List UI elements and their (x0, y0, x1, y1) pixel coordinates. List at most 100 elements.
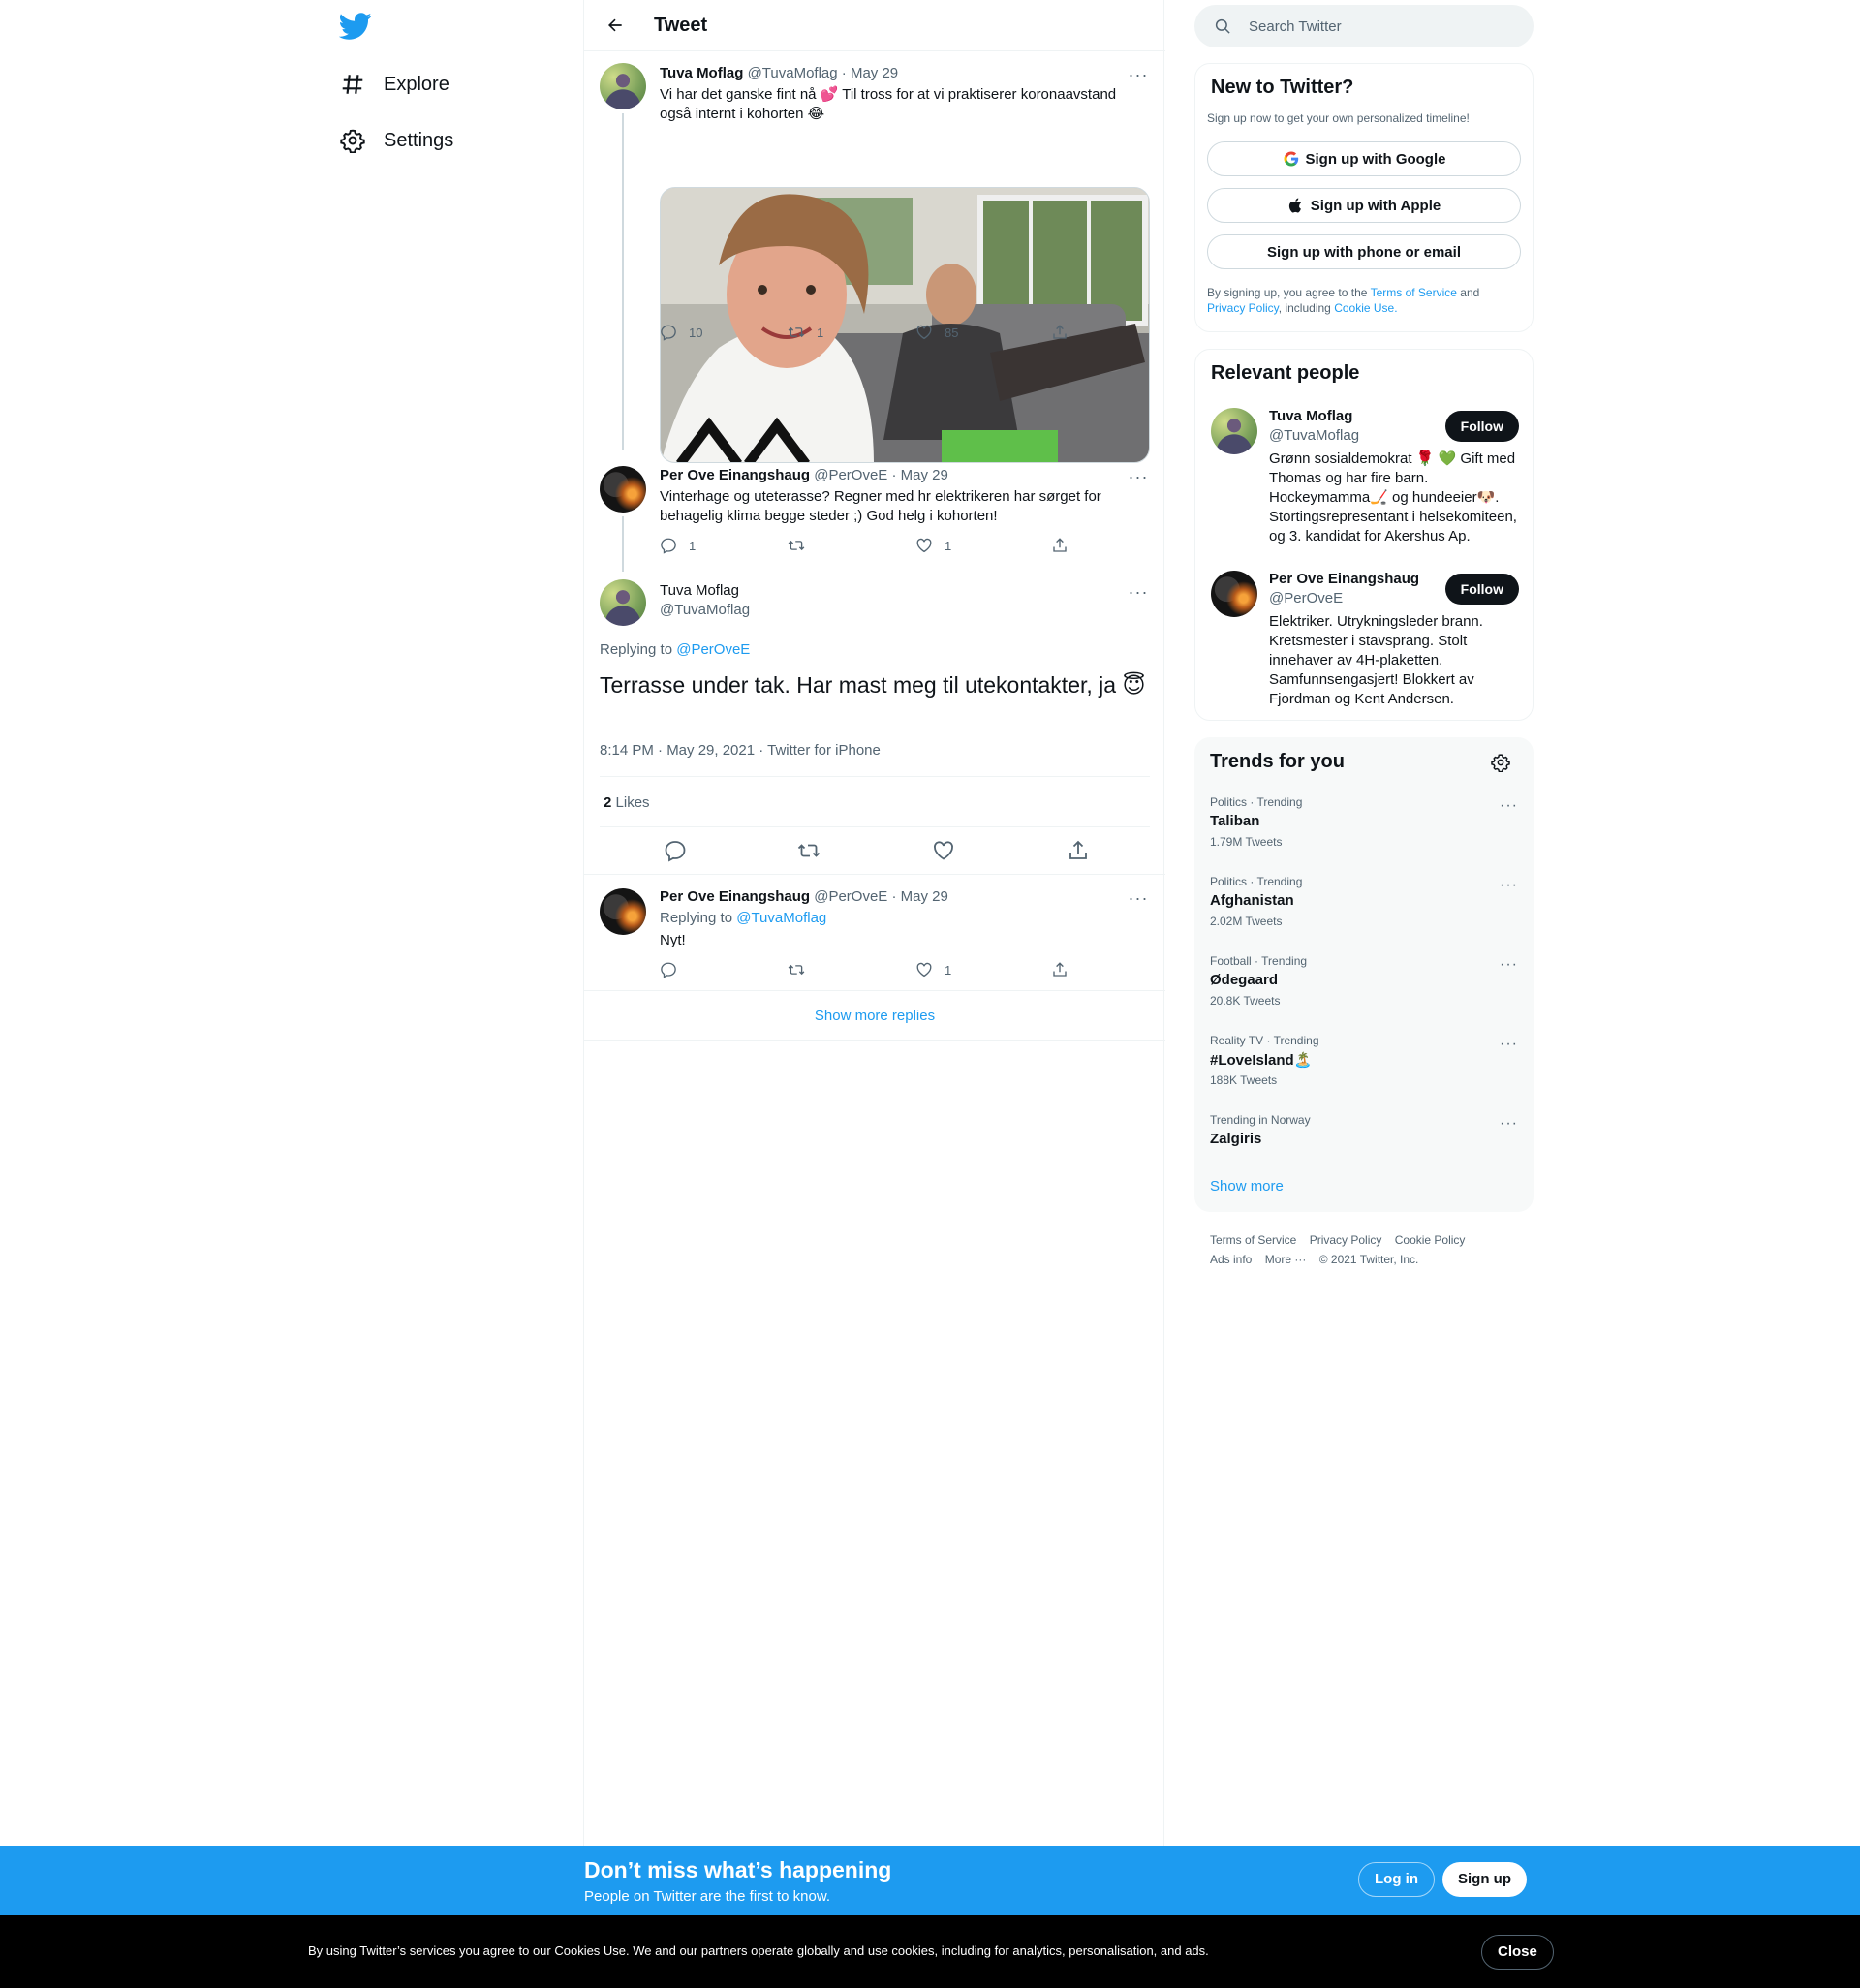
like-button[interactable]: 1 (915, 961, 951, 978)
replying-to-link[interactable]: @PerOveE (676, 641, 750, 658)
tweet-header: Per Ove Einangshaug @PerOveE · May 29 (660, 467, 948, 483)
footer-more-link[interactable]: More ··· (1265, 1253, 1307, 1266)
follow-button[interactable]: Follow (1444, 411, 1519, 442)
avatar[interactable] (600, 466, 646, 513)
reply-button[interactable]: 1 (660, 537, 696, 554)
author-name[interactable]: Tuva Moflag (660, 65, 743, 81)
replying-to: Replying to @PerOveE (600, 641, 750, 658)
footer-cookie-link[interactable]: Cookie Policy (1395, 1233, 1466, 1247)
author-name[interactable]: Per Ove Einangshaug (660, 888, 810, 905)
trends-show-more-link[interactable]: Show more (1210, 1178, 1284, 1195)
share-icon (1053, 962, 1067, 977)
avatar[interactable] (600, 579, 646, 626)
more-icon[interactable]: ··· (1500, 1115, 1518, 1133)
show-more-replies-button[interactable]: Show more replies (584, 992, 1165, 1041)
avatar[interactable] (600, 63, 646, 109)
new-to-twitter-card: New to Twitter? Sign up now to get your … (1194, 63, 1534, 332)
person-item[interactable]: Per Ove Einangshaug @PerOveE Follow Elek… (1195, 571, 1534, 707)
retweet-button[interactable] (797, 839, 822, 864)
search-box[interactable] (1194, 5, 1534, 47)
twitter-bird-icon[interactable] (338, 10, 372, 43)
retweet-button[interactable]: 1 (788, 324, 823, 341)
author-handle[interactable]: @PerOveE (814, 467, 887, 483)
avatar[interactable] (1211, 571, 1257, 617)
share-button[interactable] (1067, 839, 1092, 864)
follow-button[interactable]: Follow (1444, 574, 1519, 605)
tweet-date[interactable]: · May 29 (842, 65, 898, 81)
author-handle[interactable]: @TuvaMoflag (660, 602, 750, 618)
trend-item[interactable]: Football · Trending Ødegaard 20.8K Tweet… (1194, 954, 1534, 1034)
trend-meta: Reality TV · Trending (1210, 1034, 1319, 1047)
nav-explore[interactable]: Explore (339, 60, 450, 109)
signup-google-button[interactable]: Sign up with Google (1207, 141, 1521, 176)
hashtag-icon (339, 71, 366, 98)
focal-tweet-meta[interactable]: 8:14 PM · May 29, 2021 · Twitter for iPh… (600, 742, 881, 759)
terms-note: By signing up, you agree to the Terms of… (1207, 285, 1517, 316)
tweet-date[interactable]: · May 29 (891, 888, 947, 905)
replying-to-link[interactable]: @TuvaMoflag (736, 910, 826, 926)
cookie-link[interactable]: Cookie Use. (1334, 301, 1397, 315)
cookie-close-button[interactable]: Close (1481, 1935, 1554, 1970)
person-handle[interactable]: @PerOveE (1269, 590, 1343, 606)
person-item[interactable]: Tuva Moflag @TuvaMoflag Follow Grønn sos… (1195, 408, 1534, 553)
retweet-icon (788, 326, 805, 338)
reply-button[interactable] (664, 839, 689, 864)
gear-icon[interactable] (1491, 753, 1510, 772)
heart-icon (916, 325, 932, 340)
footer-copyright: © 2021 Twitter, Inc. (1318, 1253, 1419, 1266)
privacy-link[interactable]: Privacy Policy (1207, 301, 1279, 315)
signup-apple-button[interactable]: Sign up with Apple (1207, 188, 1521, 223)
author-handle[interactable]: @TuvaMoflag (748, 65, 838, 81)
more-icon[interactable]: ··· (1127, 65, 1150, 84)
share-button[interactable] (1051, 961, 1080, 978)
footer-terms-link[interactable]: Terms of Service (1210, 1233, 1296, 1247)
like-button[interactable] (932, 839, 957, 864)
person-handle[interactable]: @TuvaMoflag (1269, 427, 1359, 444)
more-icon[interactable]: ··· (1500, 797, 1518, 815)
share-button[interactable] (1051, 324, 1080, 341)
main-column: Tweet Tuva Moflag @TuvaMoflag · May 29 ·… (583, 0, 1165, 1846)
back-button[interactable] (598, 8, 633, 43)
reply-button[interactable]: 10 (660, 324, 702, 341)
avatar[interactable] (600, 888, 646, 935)
avatar[interactable] (1211, 408, 1257, 454)
reply-tweet[interactable]: Per Ove Einangshaug @PerOveE · May 29 ··… (584, 875, 1165, 991)
trend-item[interactable]: Politics · Trending Afghanistan 2.02M Tw… (1194, 875, 1534, 954)
more-icon[interactable]: ··· (1127, 888, 1150, 908)
share-button[interactable] (1051, 537, 1080, 554)
more-icon[interactable]: ··· (1127, 467, 1150, 486)
footer-privacy-link[interactable]: Privacy Policy (1310, 1233, 1382, 1247)
nav-settings[interactable]: Settings (339, 116, 453, 165)
tweet-actions: 1 1 (654, 537, 1067, 560)
author-handle[interactable]: @PerOveE (814, 888, 887, 905)
retweet-button[interactable] (788, 537, 817, 554)
new-to-twitter-subtitle: Sign up now to get your own personalized… (1207, 111, 1470, 125)
reply-button[interactable] (660, 961, 689, 978)
more-icon[interactable]: ··· (1500, 877, 1518, 894)
trend-item[interactable]: Politics · Trending Taliban 1.79M Tweets… (1194, 795, 1534, 875)
like-button[interactable]: 1 (915, 537, 951, 554)
retweet-button[interactable] (788, 961, 817, 978)
terms-link[interactable]: Terms of Service (1371, 286, 1457, 299)
tweet-1[interactable]: Tuva Moflag @TuvaMoflag · May 29 ··· Vi … (584, 51, 1165, 463)
author-name[interactable]: Per Ove Einangshaug (660, 467, 810, 483)
trend-item[interactable]: Trending in Norway Zalgiris ··· (1194, 1113, 1534, 1171)
person-name[interactable]: Tuva Moflag (1269, 408, 1352, 424)
person-name[interactable]: Per Ove Einangshaug (1269, 571, 1419, 587)
tweet-date[interactable]: · May 29 (891, 467, 947, 483)
likes-count-link[interactable]: 2 Likes (604, 794, 650, 811)
signup-phone-button[interactable]: Sign up with phone or email (1207, 234, 1521, 269)
more-icon[interactable]: ··· (1500, 1036, 1518, 1053)
search-input[interactable] (1249, 17, 1520, 35)
more-icon[interactable]: ··· (1127, 582, 1150, 602)
trend-item[interactable]: Reality TV · Trending #LoveIsland🏝️ 188K… (1194, 1034, 1534, 1113)
login-button[interactable]: Log in (1358, 1862, 1435, 1897)
author-name[interactable]: Tuva Moflag (660, 582, 739, 599)
tweet-2[interactable]: Per Ove Einangshaug @PerOveE · May 29 ··… (584, 452, 1165, 572)
more-icon[interactable]: ··· (1500, 956, 1518, 974)
like-button[interactable]: 85 (915, 324, 958, 341)
page-title: Tweet (654, 14, 708, 36)
footer-ads-link[interactable]: Ads info (1210, 1253, 1252, 1266)
share-icon (1053, 538, 1067, 552)
signup-button[interactable]: Sign up (1442, 1862, 1527, 1897)
